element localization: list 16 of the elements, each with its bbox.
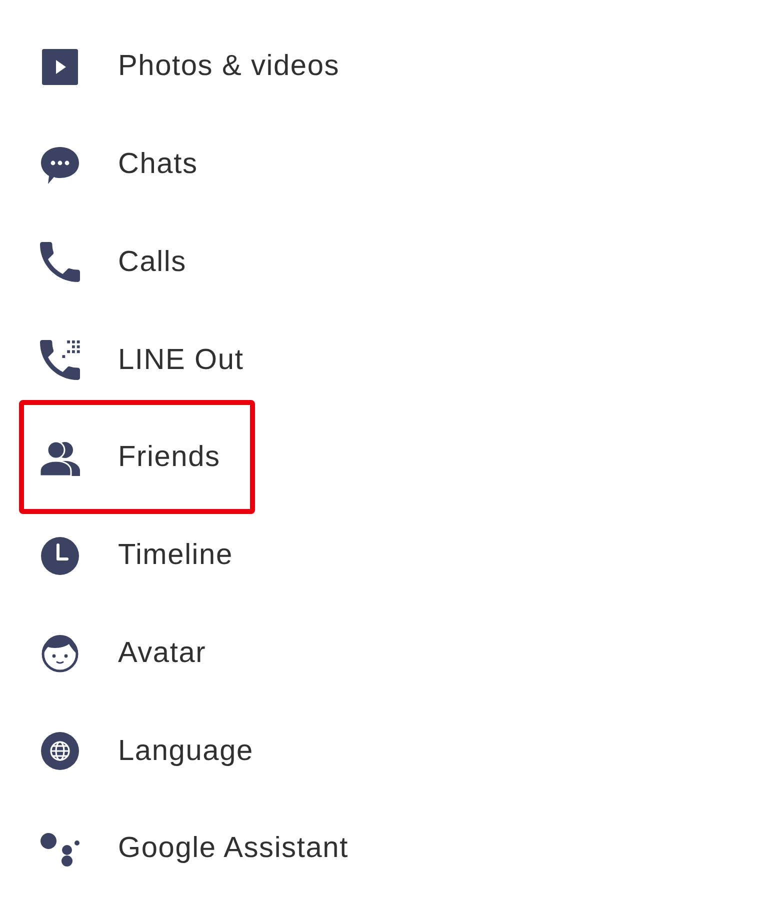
menu-item[interactable]: LINE Out [0, 311, 761, 409]
phone-icon [40, 242, 80, 282]
chat-bubble-icon [40, 144, 80, 185]
menu-item[interactable]: Language [0, 702, 761, 800]
menu-item[interactable]: Google Assistant [0, 800, 761, 898]
cartoon-face-icon [40, 633, 80, 674]
phone-dial-icon [40, 340, 80, 380]
globe-icon [40, 731, 80, 772]
menu-item[interactable]: Friends [0, 409, 761, 507]
menu-item[interactable]: Timeline [0, 506, 761, 604]
menu-item[interactable]: Calls [0, 214, 761, 312]
menu-item[interactable]: Avatar [0, 604, 761, 702]
menu-item[interactable]: Chats [0, 116, 761, 214]
play-video-icon [40, 46, 80, 87]
menu-item[interactable]: Photos & videos [0, 18, 761, 116]
clock-icon [40, 536, 80, 576]
